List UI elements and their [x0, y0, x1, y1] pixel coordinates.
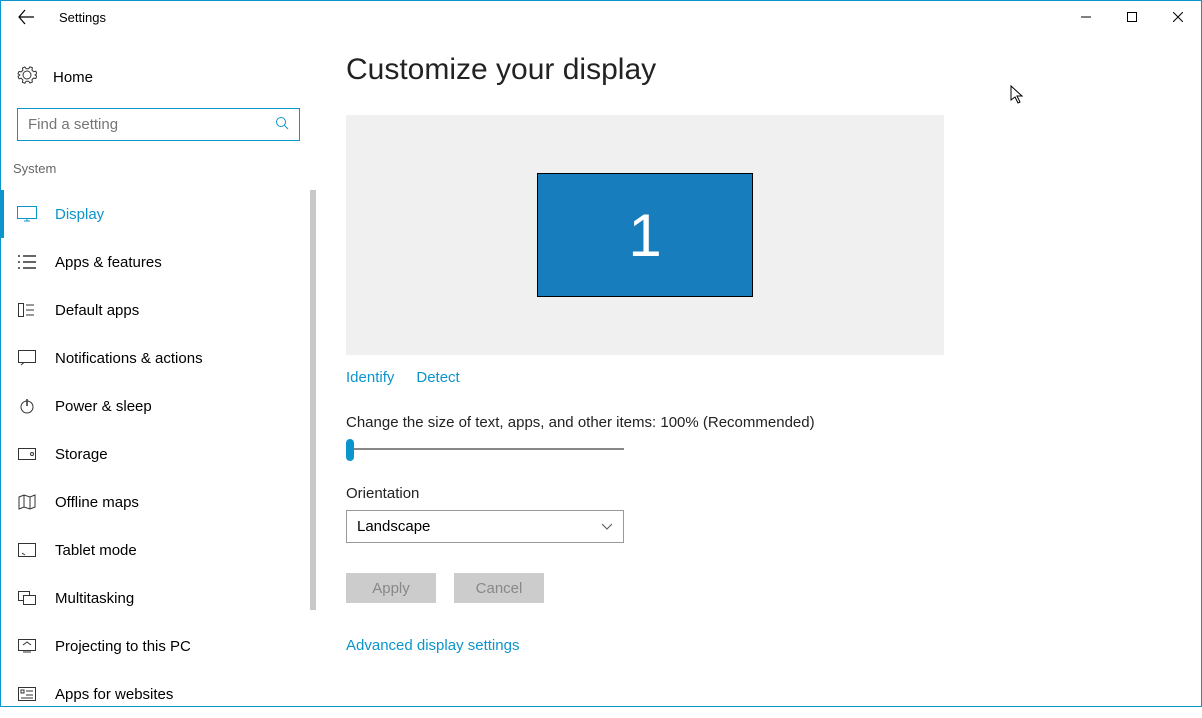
search-box[interactable]	[17, 108, 300, 141]
sidebar-item-label: Projecting to this PC	[55, 638, 191, 655]
orientation-select[interactable]: Landscape	[346, 510, 624, 543]
orientation-value: Landscape	[357, 518, 430, 535]
detect-link[interactable]: Detect	[416, 369, 459, 386]
sidebar-item-tablet-mode[interactable]: Tablet mode	[1, 526, 316, 574]
action-buttons: Apply Cancel	[346, 573, 1201, 603]
close-button[interactable]	[1155, 1, 1201, 33]
storage-icon	[17, 444, 37, 464]
sidebar-item-apps-websites[interactable]: Apps for websites	[1, 670, 316, 718]
orientation-label: Orientation	[346, 485, 1201, 502]
display-links: Identify Detect	[346, 369, 1201, 386]
map-icon	[17, 492, 37, 512]
window-title: Settings	[59, 10, 106, 25]
maximize-icon	[1127, 12, 1137, 22]
page-heading: Customize your display	[346, 53, 1201, 87]
category-label: System	[1, 161, 316, 190]
search-input[interactable]	[28, 116, 275, 133]
cursor-icon	[1010, 85, 1024, 105]
identify-link[interactable]: Identify	[346, 369, 394, 386]
scale-slider[interactable]	[346, 439, 624, 459]
window-controls	[1063, 1, 1201, 33]
home-label: Home	[53, 69, 93, 86]
apply-button[interactable]: Apply	[346, 573, 436, 603]
sidebar-item-offline-maps[interactable]: Offline maps	[1, 478, 316, 526]
notifications-icon	[17, 348, 37, 368]
list-icon	[17, 252, 37, 272]
sidebar-item-projecting[interactable]: Projecting to this PC	[1, 622, 316, 670]
home-button[interactable]: Home	[1, 57, 316, 108]
minimize-icon	[1081, 12, 1091, 22]
slider-thumb[interactable]	[346, 439, 354, 461]
sidebar-item-label: Notifications & actions	[55, 350, 203, 367]
power-icon	[17, 396, 37, 416]
sidebar-item-storage[interactable]: Storage	[1, 430, 316, 478]
sidebar-item-apps-features[interactable]: Apps & features	[1, 238, 316, 286]
sidebar-item-default-apps[interactable]: Default apps	[1, 286, 316, 334]
scale-label: Change the size of text, apps, and other…	[346, 414, 1201, 431]
default-apps-icon	[17, 300, 37, 320]
projecting-icon	[17, 636, 37, 656]
sidebar-item-label: Offline maps	[55, 494, 139, 511]
apps-websites-icon	[17, 684, 37, 704]
gear-icon	[17, 65, 37, 90]
sidebar-item-label: Multitasking	[55, 590, 134, 607]
titlebar: Settings	[1, 1, 1201, 33]
sidebar-item-label: Tablet mode	[55, 542, 137, 559]
sidebar-item-label: Storage	[55, 446, 108, 463]
multitasking-icon	[17, 588, 37, 608]
sidebar-item-power-sleep[interactable]: Power & sleep	[1, 382, 316, 430]
advanced-display-link[interactable]: Advanced display settings	[346, 637, 519, 654]
sidebar-item-multitasking[interactable]: Multitasking	[1, 574, 316, 622]
monitor-number: 1	[628, 201, 661, 270]
maximize-button[interactable]	[1109, 1, 1155, 33]
sidebar-item-label: Power & sleep	[55, 398, 152, 415]
tablet-icon	[17, 540, 37, 560]
search-icon	[275, 116, 289, 133]
monitor-1[interactable]: 1	[537, 173, 753, 297]
display-icon	[17, 204, 37, 224]
sidebar-item-display[interactable]: Display	[1, 190, 316, 238]
slider-track	[346, 448, 624, 450]
sidebar-item-notifications[interactable]: Notifications & actions	[1, 334, 316, 382]
main-content: Customize your display 1 Identify Detect…	[316, 33, 1201, 706]
minimize-button[interactable]	[1063, 1, 1109, 33]
back-button[interactable]	[11, 2, 41, 32]
sidebar: Home System Display Apps & features Defa…	[1, 33, 316, 706]
sidebar-item-label: Apps for websites	[55, 686, 173, 703]
monitor-preview-area[interactable]: 1	[346, 115, 944, 355]
back-arrow-icon	[17, 8, 35, 26]
sidebar-item-label: Default apps	[55, 302, 139, 319]
cancel-button[interactable]: Cancel	[454, 573, 544, 603]
nav-list: Display Apps & features Default apps Not…	[1, 190, 316, 718]
sidebar-item-label: Apps & features	[55, 254, 162, 271]
close-icon	[1173, 12, 1183, 22]
chevron-down-icon	[601, 523, 613, 531]
sidebar-item-label: Display	[55, 206, 104, 223]
